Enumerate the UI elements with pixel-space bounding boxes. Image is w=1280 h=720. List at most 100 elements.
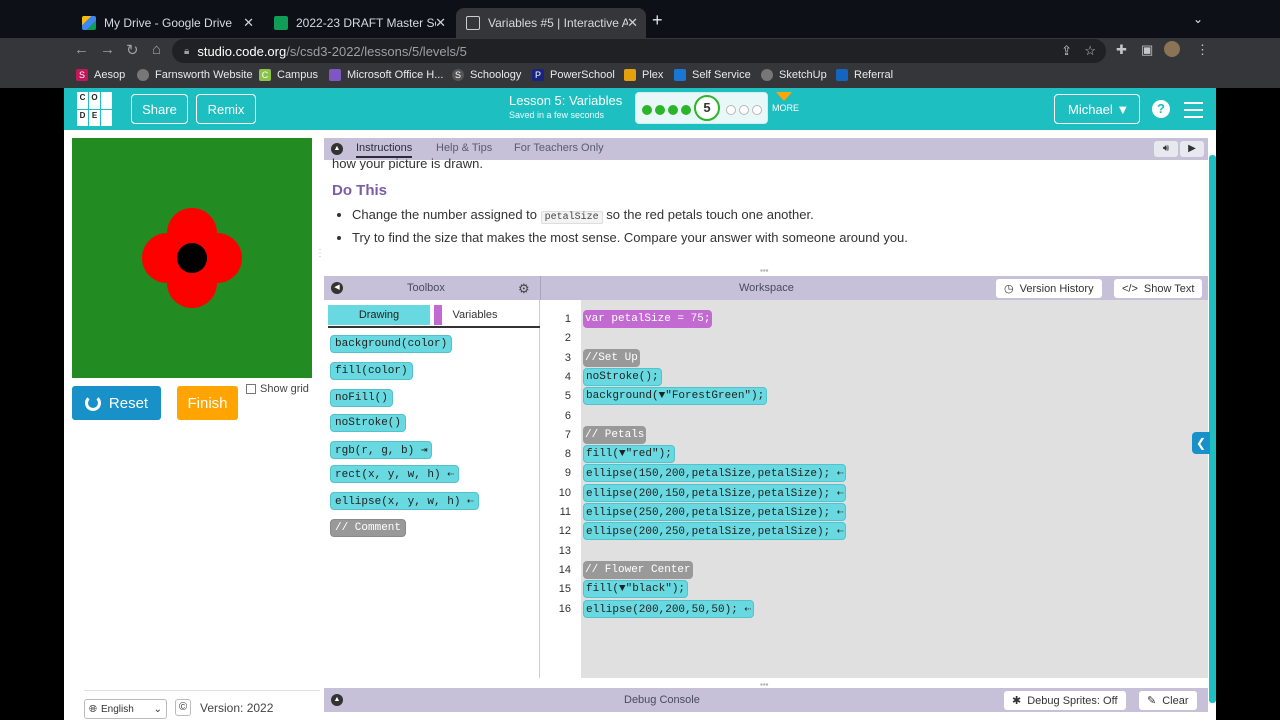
bookmark-farnsworth[interactable]: Farnsworth Website: [137, 69, 253, 81]
show-text-button[interactable]: </> Show Text: [1114, 279, 1203, 298]
address-bar[interactable]: 🔒︎ studio.code.org/s/csd3-2022/lessons/5…: [172, 39, 1106, 63]
bookmark-star-icon[interactable]: ☆: [1084, 43, 1096, 59]
user-menu[interactable]: Michael ▼: [1054, 94, 1140, 124]
code-block-line-7[interactable]: // Petals: [583, 425, 647, 444]
hamburger-menu-icon[interactable]: [1184, 102, 1203, 123]
finish-button[interactable]: Finish: [177, 386, 238, 420]
level-dot-8[interactable]: [752, 105, 762, 115]
instructions-resize-handle[interactable]: ▪▪▪: [760, 266, 769, 275]
instructions-scrollbar[interactable]: [1209, 155, 1216, 703]
close-tab-icon[interactable]: ✕: [627, 15, 638, 31]
back-icon[interactable]: ←: [74, 41, 89, 58]
close-tab-icon[interactable]: ✕: [435, 15, 446, 31]
block-ellipse[interactable]: ellipse(x, y, w, h) ⇠: [330, 492, 479, 510]
bookmark-plex[interactable]: Plex: [624, 69, 663, 81]
show-grid-checkbox[interactable]: [246, 384, 256, 394]
help-icon[interactable]: ?: [1152, 100, 1170, 118]
block-nostroke[interactable]: noStroke(): [330, 414, 407, 432]
profile-avatar[interactable]: [1164, 41, 1180, 57]
code-block-line-3[interactable]: //Set Up: [583, 348, 640, 367]
share-button[interactable]: Share: [131, 94, 188, 124]
copyright-button[interactable]: ©: [175, 699, 191, 716]
sidepanel-icon[interactable]: ▣: [1141, 42, 1153, 58]
chrome-menu-icon[interactable]: ⋮: [1196, 42, 1209, 58]
home-icon[interactable]: ⌂: [152, 41, 161, 58]
share-page-icon[interactable]: ⇪: [1061, 43, 1072, 59]
globe-icon: 🌐︎: [89, 703, 97, 715]
more-levels-button[interactable]: MORE: [772, 92, 799, 113]
codeorg-header: C O D E Share Remix Lesson 5: Variables …: [64, 88, 1216, 130]
code-block-line-5[interactable]: background(▼"ForestGreen");: [583, 387, 768, 406]
line-number-gutter: 1 2 3 4 5 6 7 8 9 10 11 12 13 14 15 16: [541, 300, 581, 678]
panel-resize-handle[interactable]: ⋮: [315, 248, 325, 264]
debug-sprites-button[interactable]: ✱ Debug Sprites: Off: [1004, 691, 1126, 710]
tab-search-icon[interactable]: ⌄: [1193, 12, 1203, 26]
codeorg-logo[interactable]: C O D E: [77, 92, 112, 126]
code-block-line-16[interactable]: ellipse(200,200,50,50); ⇠: [583, 599, 755, 618]
self-service-icon: [674, 69, 686, 81]
block-nofill[interactable]: noFill(): [330, 389, 393, 407]
block-background[interactable]: background(color): [330, 335, 453, 353]
category-variables[interactable]: Variables: [444, 305, 506, 325]
show-grid-toggle[interactable]: Show grid: [246, 383, 309, 395]
collapse-icon[interactable]: ▲: [331, 143, 343, 155]
code-block-line-12[interactable]: ellipse(200,250,petalSize,petalSize); ⇠: [583, 522, 847, 541]
bookmark-campus[interactable]: C Campus: [259, 69, 318, 81]
bookmark-schoology[interactable]: S Schoology: [452, 69, 521, 81]
reset-button[interactable]: Reset: [72, 386, 161, 420]
clear-button[interactable]: ✎ Clear: [1139, 691, 1197, 710]
code-block-line-15[interactable]: fill(▼"black");: [583, 580, 689, 599]
collapse-debug-icon[interactable]: ▲: [331, 694, 343, 706]
level-dot-3[interactable]: [668, 105, 678, 115]
code-icon: </>: [1122, 282, 1138, 295]
level-dot-2[interactable]: [655, 105, 665, 115]
level-dot-7[interactable]: [739, 105, 749, 115]
globe-icon: [761, 69, 773, 81]
block-comment[interactable]: // Comment: [330, 519, 407, 537]
close-tab-icon[interactable]: ✕: [243, 15, 254, 31]
speaker-icon[interactable]: 🔊︎: [1154, 141, 1178, 157]
level-dot-1[interactable]: [642, 105, 652, 115]
browser-tab-drive[interactable]: My Drive - Google Drive ✕: [72, 8, 262, 38]
bookmark-referral[interactable]: Referral: [836, 69, 893, 81]
code-block-line-10[interactable]: ellipse(200,150,petalSize,petalSize); ⇠: [583, 483, 847, 502]
code-block-line-8[interactable]: fill(▼"red");: [583, 445, 675, 464]
block-fill[interactable]: fill(color): [330, 362, 413, 380]
code-workspace[interactable]: 1 2 3 4 5 6 7 8 9 10 11 12 13 14 15 16 var petalSize = …: [541, 300, 1208, 678]
play-icon[interactable]: ▶: [1180, 141, 1204, 157]
remix-button[interactable]: Remix: [196, 94, 256, 124]
collapse-toolbox-icon[interactable]: ◀: [331, 282, 343, 294]
expand-panel-icon[interactable]: ❮: [1192, 432, 1210, 454]
bookmark-aesop[interactable]: S Aesop: [76, 69, 125, 81]
version-history-button[interactable]: ◷ Version History: [996, 279, 1102, 298]
browser-tab-variables[interactable]: Variables #5 | Interactive Animations ✕: [456, 8, 646, 38]
current-level[interactable]: 5: [694, 95, 720, 121]
clock-icon: ◷: [1004, 283, 1014, 295]
bookmark-self-service[interactable]: Self Service: [674, 69, 751, 81]
extensions-icon[interactable]: ✚: [1116, 42, 1127, 58]
code-block-line-14[interactable]: // Flower Center: [583, 560, 693, 579]
gear-icon[interactable]: ⚙: [518, 281, 530, 297]
reload-icon[interactable]: ↻: [126, 41, 139, 59]
browser-tab-schedule[interactable]: 2022-23 DRAFT Master Schedule ✕: [264, 8, 454, 38]
debug-console-header: ▲ Debug Console ✱ Debug Sprites: Off ✎ Cle…: [324, 688, 1208, 712]
reset-icon: [84, 395, 101, 411]
block-rgb[interactable]: rgb(r, g, b) ⇥: [330, 441, 433, 459]
bookmark-office[interactable]: Microsoft Office H...: [329, 69, 443, 81]
code-block-line-1[interactable]: var petalSize = 75;: [583, 310, 713, 328]
forward-icon[interactable]: →: [100, 41, 115, 58]
bookmark-powerschool[interactable]: P PowerSchool: [532, 69, 615, 81]
tab-help-tips[interactable]: Help & Tips: [436, 142, 492, 154]
code-block-line-4[interactable]: noStroke();: [583, 367, 662, 386]
block-rect[interactable]: rect(x, y, w, h) ⇠: [330, 465, 459, 483]
category-drawing[interactable]: Drawing: [328, 305, 430, 325]
bookmark-sketchup[interactable]: SketchUp: [761, 69, 827, 81]
language-select[interactable]: 🌐︎ English ⌄: [84, 699, 167, 719]
code-block-line-11[interactable]: ellipse(250,200,petalSize,petalSize); ⇠: [583, 503, 847, 521]
level-dot-6[interactable]: [726, 105, 736, 115]
new-tab-icon[interactable]: +: [652, 10, 663, 31]
level-dot-4[interactable]: [681, 105, 691, 115]
tab-teachers-only[interactable]: For Teachers Only: [514, 142, 604, 154]
code-block-line-9[interactable]: ellipse(150,200,petalSize,petalSize); ⇠: [583, 464, 847, 483]
tab-instructions[interactable]: Instructions: [356, 142, 413, 158]
